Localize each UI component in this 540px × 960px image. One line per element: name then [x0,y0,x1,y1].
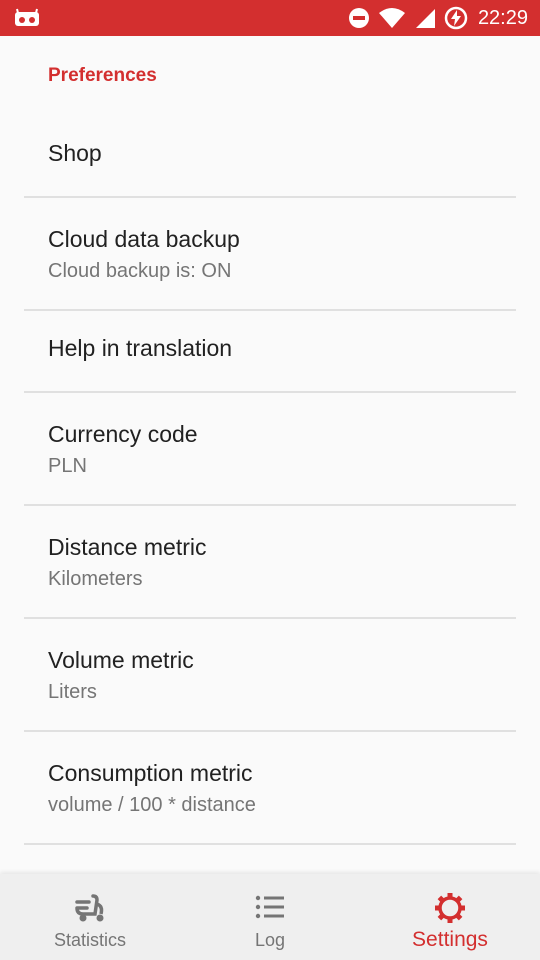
pref-consumption-metric[interactable]: Consumption metric volume / 100 * distan… [0,732,540,843]
signal-icon [415,9,435,28]
pref-title: Volume metric [48,647,194,673]
pref-title: Help in translation [48,335,233,361]
pref-summary: PLN [48,455,87,477]
pref-shop[interactable]: Shop [0,116,540,196]
nav-label: Statistics [53,930,127,950]
pref-date-format[interactable]: Date format [0,845,540,874]
category-header-preferences: Preferences [48,65,157,86]
list-icon [255,895,284,919]
pref-summary: Kilometers [48,568,143,590]
bottom-navigation: Statistics Log Settings [0,874,540,960]
pref-cloud-data-backup[interactable]: Cloud data backup Cloud backup is: ON [0,198,540,309]
nav-settings[interactable]: Settings [360,874,540,960]
settings-list[interactable]: Preferences Shop Cloud data backup Cloud… [0,36,540,874]
pref-title: Consumption metric [48,760,253,786]
pref-help-in-translation[interactable]: Help in translation [0,311,540,391]
pref-summary: Cloud backup is: ON [48,260,232,282]
gear-icon [435,893,465,923]
nav-label: Settings [412,928,488,951]
clock: 22:29 [477,6,528,29]
nav-label: Log [254,930,286,950]
scooter-icon [75,894,104,922]
pref-volume-metric[interactable]: Volume metric Liters [0,619,540,730]
pref-title: Distance metric [48,534,207,560]
pref-title: Cloud data backup [48,226,240,252]
battery-charging-icon [444,6,468,30]
pref-summary: Liters [48,681,97,703]
do-not-disturb-icon [348,8,369,28]
pref-summary: volume / 100 * distance [48,794,256,816]
pref-title: Shop [48,140,102,166]
nav-statistics[interactable]: Statistics [0,874,180,960]
pref-title: Currency code [48,421,198,447]
nav-log[interactable]: Log [180,874,360,960]
pref-distance-metric[interactable]: Distance metric Kilometers [0,506,540,617]
cyanogen-icon [15,8,39,26]
status-bar: 22:29 [0,0,540,36]
pref-currency-code[interactable]: Currency code PLN [0,393,540,504]
wifi-icon [378,8,405,28]
